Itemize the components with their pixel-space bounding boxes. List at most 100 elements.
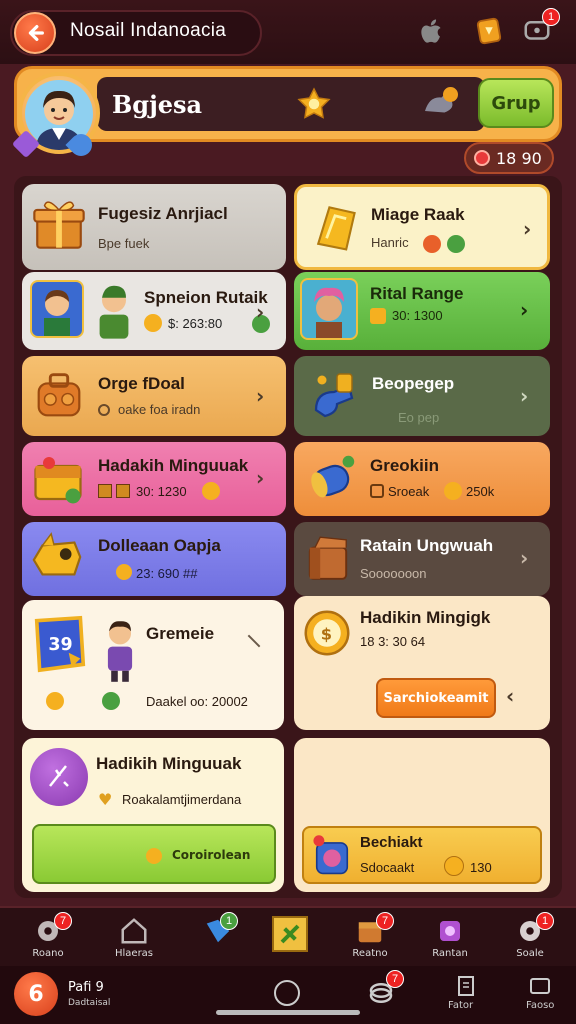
green-dot-icon [102,692,120,710]
hero-portrait-icon [300,278,358,340]
nav-roano[interactable]: 7 Roano [16,908,80,968]
nav-soale[interactable]: 1 Soale [498,908,562,968]
gem-box-icon [440,921,460,941]
chevron-right-icon: › [256,384,265,408]
card-value: 130 [470,860,492,875]
apple-icon[interactable] [416,14,450,48]
nav-label: Soale [516,948,544,959]
card-value: 250k [466,484,495,499]
nav-reatno[interactable]: 7 Reatno [338,908,402,968]
card-title: Bechiakt [360,834,423,851]
nav-quests[interactable] [258,908,322,968]
cannon-icon [314,373,354,418]
card-spneion[interactable]: Spneion Rutaik $: 263:80 › [22,272,286,350]
card-subtitle: Sdocaakt [360,860,415,875]
home-indicator[interactable] [216,1010,360,1015]
nav-map[interactable]: 1 [186,908,250,968]
card-title: Hadakih Minguuak [98,456,249,475]
card-gremeie[interactable]: 39 Gremeie Daakel oo: 20002 [22,600,284,730]
action-button[interactable]: Sarchiokeamit [376,678,496,718]
clock-icon [98,404,110,416]
window-icon[interactable] [526,974,554,998]
golden-chest-icon [34,457,82,504]
chat-icon[interactable]: 1 [520,8,560,48]
clipboard-icon [370,484,384,498]
edit-icon[interactable] [247,634,261,648]
card-subtitle: Sroeak [388,484,430,499]
card-orge[interactable]: Orge fDoal oake foa iradn › [22,356,286,436]
page-title: Nosail Indanoacia [70,20,227,41]
home-icon [121,918,147,944]
gift-box-icon [33,201,85,249]
system-bar: 6 Pafi 9 Dadtaisal 7 Fator Faoso [0,966,576,1024]
nav-label: Roano [32,948,64,959]
card-rital[interactable]: Rital Range 30: 1300 › [294,272,550,350]
green-dot-icon [447,235,465,253]
bird-icon[interactable] [420,84,460,124]
golden-banner-icon [316,206,356,251]
card-fugesiz[interactable]: Fugesiz Anrjiacl Bpe fuek [22,184,286,270]
level-badge[interactable]: 6 [14,972,58,1016]
chevron-right-icon: › [523,217,532,241]
card-subtitle: Roakalamtjimerdana [122,792,242,807]
group-button[interactable]: Grup [478,78,554,128]
box-icon [98,484,112,498]
profile-sub-label: Dadtaisal [68,998,111,1008]
currency-counter[interactable]: 18 90 [464,142,554,174]
card-hadikin[interactable]: $ Hadikin Mingigk 18 3: 30 64 Sarchiokea… [294,596,550,730]
card-title: Hadikin Mingigk [360,608,491,627]
svg-text:39: 39 [48,635,72,655]
card-title: Orge fDoal [98,374,185,393]
orange-dot-icon [423,235,441,253]
card-greokiin[interactable]: Greokiin Sroeak 250k [294,442,550,516]
quest-icon [272,916,308,952]
chevron-right-icon: › [520,298,529,322]
coin-icon [116,564,132,580]
coin-icon [144,314,162,332]
scroll-icon [311,455,355,498]
card-title: Dolleaan Oapja [98,536,221,555]
coin-icon [202,482,220,500]
chevron-right-icon: › [520,384,529,408]
card-title: Ratain Ungwuah [360,536,494,555]
potion-icon [313,835,349,875]
chevron-right-icon: › [520,546,529,570]
nav-label: Faoso [526,1000,555,1011]
back-button[interactable] [14,12,56,54]
coin-icon [146,848,162,864]
coin-icon [444,856,464,876]
card-beopegep[interactable]: Beopegep Eo pep › [294,356,550,436]
card-hadikih[interactable]: Hadikih Minguuak ♥ Roakalamtjimerdana Co… [22,738,284,892]
card-subtitle: Sooooooon [360,566,427,581]
star-badge-icon[interactable] [296,86,332,126]
arrow-left-icon [28,24,44,42]
card-title: Hadikih Minguuak [96,754,242,773]
chevron-left-icon[interactable]: ‹ [506,684,514,708]
notification-badge: 1 [220,912,238,930]
card-subtitle: 30: 1230 [136,484,187,499]
card-miage[interactable]: Miage Raak Hanric › [294,184,550,270]
heart-gem-icon [474,150,490,166]
coin-icon [46,692,64,710]
card-bechiakt[interactable]: Bechiakt Sdocaakt 130 [294,738,550,892]
nav-hlaeras[interactable]: Hlaeras [102,908,166,968]
main-nav: 7 Roano Hlaeras 1 7 Reatno Rantan 1 Soal… [0,906,576,966]
notification-badge: 7 [386,970,404,988]
card-hadakih[interactable]: Hadakih Minguuak 30: 1230 › [22,442,286,516]
reward-panel[interactable]: Bechiakt Sdocaakt 130 [302,826,542,884]
nav-rantan[interactable]: Rantan [418,908,482,968]
chevron-right-icon: › [256,300,265,324]
card-subtitle: Bpe fuek [98,236,150,251]
player-name: Bgjesa [112,90,203,119]
card-title: Fugesiz Anrjiacl [98,204,228,223]
magic-orb-icon [30,748,88,806]
card-ratain[interactable]: Ratain Ungwuah Sooooooon › [294,522,550,596]
home-circle-icon[interactable] [274,980,300,1006]
claim-button[interactable]: Coroirolean [32,824,276,884]
document-icon[interactable] [454,974,478,998]
card-subtitle: oake foa iradn [118,402,201,417]
card-title: Gremeie [146,624,215,643]
treasure-icon [37,373,81,417]
trophy-icon[interactable] [472,14,506,48]
card-dolleaan[interactable]: Dolleaan Oapja 23: 690 ## [22,522,286,596]
